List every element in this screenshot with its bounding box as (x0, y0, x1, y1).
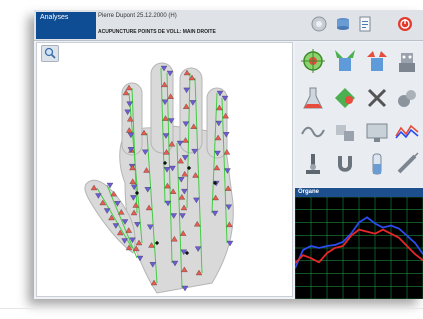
tool-button-12[interactable] (393, 118, 421, 146)
tool-button-11[interactable] (363, 118, 391, 146)
arrows-in-icon (335, 50, 355, 71)
magnet-icon (338, 156, 352, 172)
header-button-1[interactable] (311, 16, 327, 32)
puzzle-icon (336, 125, 354, 141)
header-bar: Analyses Pierre Dupont 25.12.2000 (H) AC… (34, 10, 423, 41)
hand-diagram (84, 62, 234, 294)
organ-panel-title: Organe (295, 188, 423, 197)
disk-icon (311, 16, 327, 32)
tool-button-14[interactable] (331, 150, 359, 178)
robot-icon (399, 53, 415, 72)
tab-analyses[interactable]: Analyses (36, 12, 96, 39)
tool-button-15[interactable] (363, 150, 391, 178)
tool-button-6[interactable] (331, 84, 359, 112)
app-window: Analyses Pierre Dupont 25.12.2000 (H) AC… (34, 10, 423, 300)
power-button[interactable] (397, 16, 413, 32)
tool-button-9[interactable] (299, 118, 327, 146)
tool-button-10[interactable] (331, 118, 359, 146)
tool-button-1[interactable] (299, 47, 327, 75)
patient-info: Pierre Dupont 25.12.2000 (H) (98, 13, 177, 19)
footer-divider (0, 308, 423, 309)
database-icon (337, 18, 349, 30)
vial-icon (372, 153, 382, 175)
tool-button-13[interactable] (299, 150, 327, 178)
flask-icon (303, 87, 323, 109)
document-icon (359, 16, 371, 32)
header-button-3[interactable] (357, 16, 373, 32)
tool-button-5[interactable] (299, 84, 327, 112)
microscope-icon (306, 154, 320, 174)
tool-grid (295, 42, 423, 187)
tool-button-3[interactable] (363, 47, 391, 75)
tool-button-16[interactable] (393, 150, 421, 178)
header-button-2[interactable] (335, 16, 351, 32)
multi-wave-icon (395, 124, 419, 139)
power-icon (398, 17, 412, 31)
tool-button-8[interactable] (393, 84, 421, 112)
syringe-icon (397, 152, 419, 174)
monitor-icon (366, 123, 388, 142)
diamond-icon (335, 88, 355, 108)
tool-button-2[interactable] (331, 47, 359, 75)
target-icon (301, 49, 325, 73)
organ-chart (294, 196, 423, 300)
arrows-out-icon (367, 51, 387, 71)
tool-button-4[interactable] (393, 47, 421, 75)
wave-icon (301, 126, 325, 138)
organ-chart-svg (294, 196, 423, 300)
close-x-icon (367, 88, 387, 108)
page-subtitle: ACUPUNCTURE POINTS DE VOLL: MAIN DROITE (98, 29, 216, 35)
hand-panel (36, 42, 293, 297)
spheres-icon (398, 90, 416, 107)
tool-button-7[interactable] (363, 84, 391, 112)
